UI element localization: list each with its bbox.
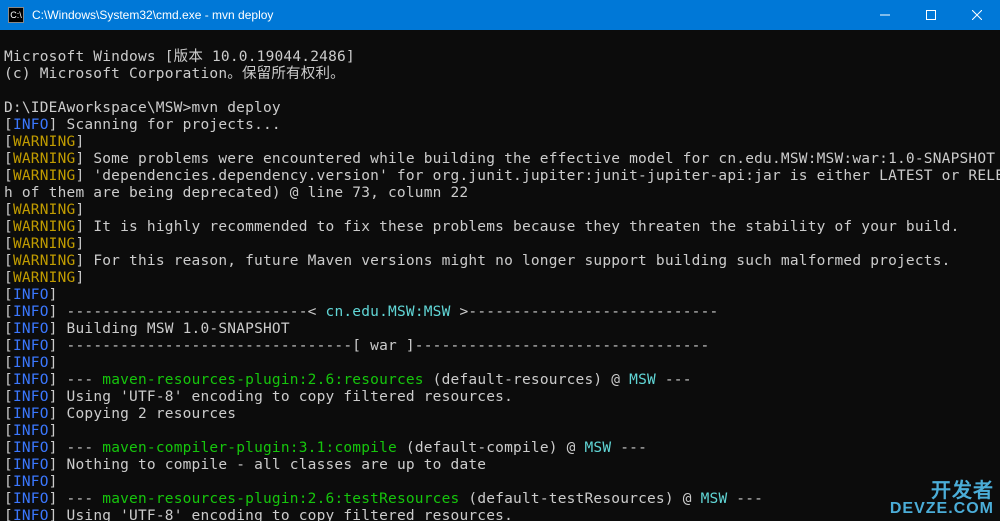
warning-tag: WARNING [13, 236, 76, 252]
warning-tag: WARNING [13, 151, 76, 167]
warning-tag: WARNING [13, 168, 76, 184]
info-tag: INFO [13, 304, 49, 320]
warning-tag: WARNING [13, 219, 76, 235]
info-tag: INFO [13, 321, 49, 337]
warn-dep-version-cont: h of them are being deprecated) @ line 7… [4, 185, 468, 201]
sep-right: >---------------------------- [451, 304, 719, 320]
warn-problems: Some problems were encountered while bui… [84, 151, 995, 167]
info-tag: INFO [13, 355, 49, 371]
info-tag: INFO [13, 423, 49, 439]
warning-tag: WARNING [13, 270, 76, 286]
window-title: C:\Windows\System32\cmd.exe - mvn deploy [30, 8, 862, 22]
prompt-command: mvn deploy [192, 100, 281, 116]
plugin-compiler: maven-compiler-plugin:3.1:compile [102, 440, 397, 456]
cmd-icon: C:\ [8, 7, 24, 23]
default-resources: (default-resources) @ [424, 372, 629, 388]
info-tag: INFO [13, 508, 49, 521]
warn-recommend: It is highly recommended to fix these pr… [84, 219, 959, 235]
terminal-output[interactable]: Microsoft Windows [版本 10.0.19044.2486] (… [0, 30, 1000, 521]
plugin-test-resources: maven-resources-plugin:2.6:testResources [102, 491, 459, 507]
info-tag: INFO [13, 117, 49, 133]
project-name: MSW [701, 491, 728, 507]
project-name: MSW [629, 372, 656, 388]
utf8-line: Using 'UTF-8' encoding to copy filtered … [58, 389, 513, 405]
warn-future: For this reason, future Maven versions m… [84, 253, 950, 269]
os-version-line: Microsoft Windows [版本 10.0.19044.2486] [4, 49, 355, 65]
watermark: 开发者 DEVZE.COM [890, 481, 994, 517]
building-line: Building MSW 1.0-SNAPSHOT [58, 321, 290, 337]
plugin-resources: maven-resources-plugin:2.6:resources [102, 372, 423, 388]
watermark-line2: DEVZE.COM [890, 501, 994, 517]
info-tag: INFO [13, 474, 49, 490]
info-tag: INFO [13, 338, 49, 354]
info-tag: INFO [13, 389, 49, 405]
copyright-line: (c) Microsoft Corporation。保留所有权利。 [4, 66, 345, 82]
minimize-button[interactable] [862, 0, 908, 30]
project-coord: cn.edu.MSW:MSW [326, 304, 451, 320]
info-tag: INFO [13, 372, 49, 388]
nothing-compile-line: Nothing to compile - all classes are up … [58, 457, 487, 473]
window-controls [862, 0, 1000, 30]
scanning-line: Scanning for projects... [58, 117, 281, 133]
maximize-button[interactable] [908, 0, 954, 30]
window-titlebar: C:\ C:\Windows\System32\cmd.exe - mvn de… [0, 0, 1000, 30]
warning-tag: WARNING [13, 134, 76, 150]
default-test-resources: (default-testResources) @ [459, 491, 700, 507]
warning-tag: WARNING [13, 253, 76, 269]
default-compile: (default-compile) @ [397, 440, 585, 456]
info-tag: INFO [13, 491, 49, 507]
info-tag: INFO [13, 406, 49, 422]
info-tag: INFO [13, 457, 49, 473]
copy-line: Copying 2 resources [58, 406, 237, 422]
warning-tag: WARNING [13, 202, 76, 218]
project-name: MSW [584, 440, 611, 456]
watermark-line1: 开发者 [890, 481, 994, 501]
war-line: --------------------------------[ war ]-… [58, 338, 710, 354]
utf8-line: Using 'UTF-8' encoding to copy filtered … [58, 508, 513, 521]
info-tag: INFO [13, 287, 49, 303]
warn-dep-version: 'dependencies.dependency.version' for or… [84, 168, 1000, 184]
info-tag: INFO [13, 440, 49, 456]
close-button[interactable] [954, 0, 1000, 30]
prompt-path: D:\IDEAworkspace\MSW> [4, 100, 192, 116]
sep-left: ---------------------------< [58, 304, 326, 320]
